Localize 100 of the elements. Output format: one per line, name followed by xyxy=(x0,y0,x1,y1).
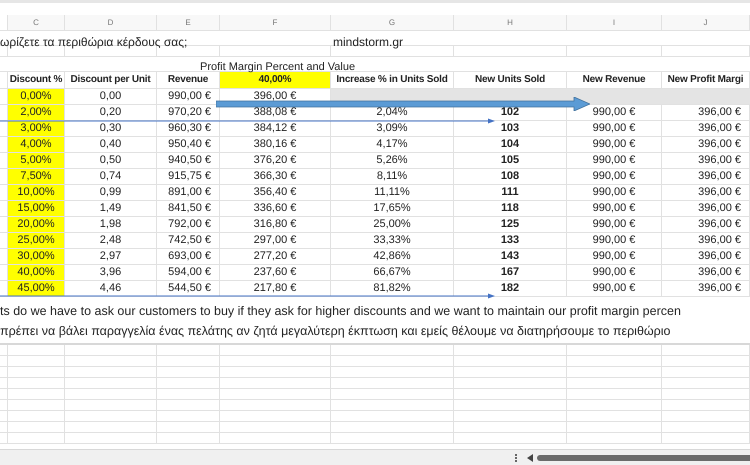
table-cell: 396,00 € xyxy=(662,249,750,265)
table-header: Discount per Unit xyxy=(65,72,157,89)
table-cell: 396,00 € xyxy=(662,121,750,137)
table-cell: 10,00% xyxy=(8,185,65,201)
table-cell: 0,00% xyxy=(8,89,65,105)
column-header: C xyxy=(8,15,65,31)
table-cell: 108 xyxy=(454,169,567,185)
table-cell: 376,20 € xyxy=(220,153,331,169)
scroll-left-icon[interactable] xyxy=(527,454,533,462)
table-cell: 396,00 € xyxy=(662,201,750,217)
table-cell: 118 xyxy=(454,201,567,217)
note-text: ts do we have to ask our customers to buy if they ask for higher discounts and we want to maintain our profit margin percen xyxy=(0,302,682,320)
table-cell: 3,00% xyxy=(8,121,65,137)
table-cell: 396,00 € xyxy=(662,233,750,249)
table-cell: 891,00 € xyxy=(157,185,220,201)
table-cell: 396,00 € xyxy=(662,281,750,297)
table-cell: 42,86% xyxy=(331,249,454,265)
table-cell: 3,96 xyxy=(65,265,157,281)
table-cell: 217,80 € xyxy=(220,281,331,297)
table-cell: 396,00 € xyxy=(662,185,750,201)
table-cell: 297,00 € xyxy=(220,233,331,249)
table-cell: 104 xyxy=(454,137,567,153)
table-cell: 4,17% xyxy=(331,137,454,153)
table-cell: 1,98 xyxy=(65,217,157,233)
table-cell: 2,00% xyxy=(8,105,65,121)
table-cell: 3,09% xyxy=(331,121,454,137)
table-cell: 2,97 xyxy=(65,249,157,265)
table-cell: 125 xyxy=(454,217,567,233)
table-cell: 990,00 € xyxy=(567,265,662,281)
column-header: I xyxy=(567,15,662,31)
table-cell: 990,00 € xyxy=(567,233,662,249)
table-cell: 17,65% xyxy=(331,201,454,217)
table-cell: 990,00 € xyxy=(567,185,662,201)
table-cell: 20,00% xyxy=(8,217,65,233)
table-cell: 940,50 € xyxy=(157,153,220,169)
table-header: 40,00% xyxy=(220,72,331,89)
table-cell: 111 xyxy=(454,185,567,201)
table-cell: 380,16 € xyxy=(220,137,331,153)
table-cell: 396,00 € xyxy=(662,153,750,169)
table-cell: 742,50 € xyxy=(157,233,220,249)
table-cell: 66,67% xyxy=(331,265,454,281)
table-cell: 15,00% xyxy=(8,201,65,217)
table-cell: 396,00 € xyxy=(662,217,750,233)
table-cell: 81,82% xyxy=(331,281,454,297)
table-cell: 1,49 xyxy=(65,201,157,217)
table-cell: 103 xyxy=(454,121,567,137)
table-cell: 950,40 € xyxy=(157,137,220,153)
table-cell: 105 xyxy=(454,153,567,169)
table-cell: 915,75 € xyxy=(157,169,220,185)
column-header: G xyxy=(331,15,454,31)
table-cell: 277,20 € xyxy=(220,249,331,265)
table-cell: 396,00 € xyxy=(662,137,750,153)
note-text: πρέπει να βάλει παραγγελία ένας πελάτης αν ζητά μεγαλύτερη έκπτωση και εμείς θέλουμε να διατηρήσουμε το περιθώριο xyxy=(0,322,672,340)
table-cell: 336,60 € xyxy=(220,201,331,217)
table-cell: 990,00 € xyxy=(567,281,662,297)
table-cell: 0,00 xyxy=(65,89,157,105)
table-cell: 5,26% xyxy=(331,153,454,169)
table-cell: 990,00 € xyxy=(567,169,662,185)
table-cell: 356,40 € xyxy=(220,185,331,201)
table-cell: 5,00% xyxy=(8,153,65,169)
table-cell: 30,00% xyxy=(8,249,65,265)
scroll-thumb[interactable] xyxy=(537,454,750,460)
column-header: J xyxy=(662,15,750,31)
table-cell: 960,30 € xyxy=(157,121,220,137)
site-name: mindstorm.gr xyxy=(333,34,404,51)
table-cell: 841,50 € xyxy=(157,201,220,217)
table-cell: 4,46 xyxy=(65,281,157,297)
table-cell: 167 xyxy=(454,265,567,281)
table-cell: 990,00 € xyxy=(567,153,662,169)
table-cell: 0,50 xyxy=(65,153,157,169)
table-cell: 990,00 € xyxy=(567,217,662,233)
table-cell: 25,00% xyxy=(331,217,454,233)
table-cell: 33,33% xyxy=(331,233,454,249)
table-cell: 396,00 € xyxy=(662,265,750,281)
column-header: D xyxy=(65,15,157,31)
table-cell: 11,11% xyxy=(331,185,454,201)
table-cell: 384,12 € xyxy=(220,121,331,137)
more-icon[interactable] xyxy=(515,454,518,462)
table-cell: 792,00 € xyxy=(157,217,220,233)
table-cell: 316,80 € xyxy=(220,217,331,233)
sheet-title: ωρίζετε τα περιθώρια κέρδους σας; xyxy=(0,34,188,51)
table-cell: 40,00% xyxy=(8,265,65,281)
table-cell: 594,00 € xyxy=(157,265,220,281)
table-cell: 25,00% xyxy=(8,233,65,249)
table-cell: 0,74 xyxy=(65,169,157,185)
table-cell: 366,30 € xyxy=(220,169,331,185)
table-cell: 0,30 xyxy=(65,121,157,137)
column-header: F xyxy=(220,15,331,31)
table-cell: 0,99 xyxy=(65,185,157,201)
column-header: H xyxy=(454,15,567,31)
table-cell: 7,50% xyxy=(8,169,65,185)
table-cell: 0,20 xyxy=(65,105,157,121)
table-cell: 990,00 € xyxy=(567,137,662,153)
table-cell: 2,48 xyxy=(65,233,157,249)
table-cell: 396,00 € xyxy=(662,169,750,185)
table-cell: 990,00 € xyxy=(567,249,662,265)
table-cell: 990,00 € xyxy=(567,121,662,137)
table-cell: 8,11% xyxy=(331,169,454,185)
table-cell: 693,00 € xyxy=(157,249,220,265)
table-cell: 133 xyxy=(454,233,567,249)
